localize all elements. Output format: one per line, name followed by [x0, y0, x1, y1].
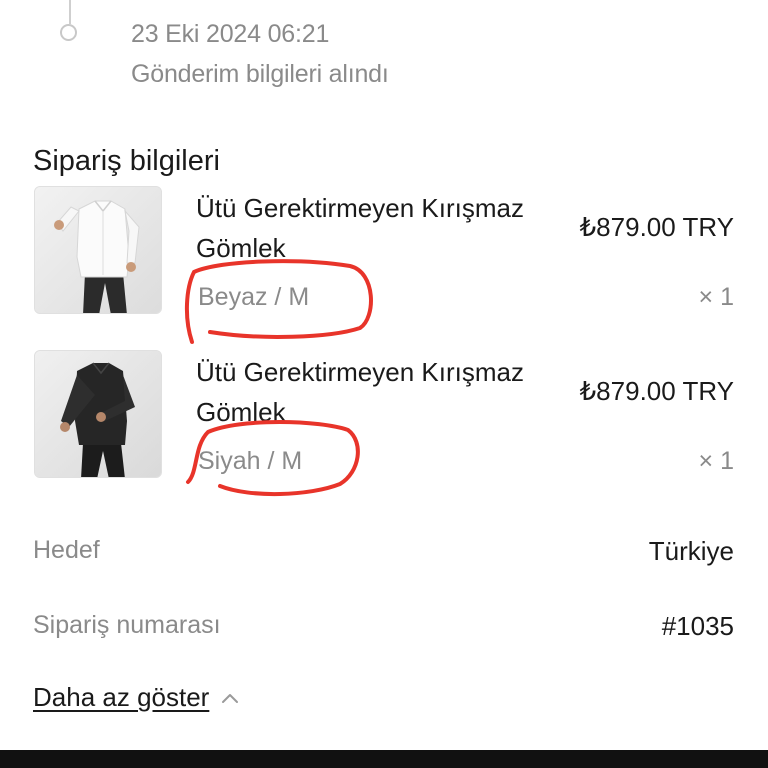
product-thumbnail-black-shirt[interactable] — [34, 350, 162, 478]
product-name[interactable]: Ütü Gerektirmeyen Kırışmaz Gömlek — [196, 352, 556, 432]
product-variant: Siyah / M — [198, 447, 303, 475]
event-description: Gönderim bilgileri alındı — [131, 60, 389, 88]
product-thumbnail-white-shirt[interactable] — [34, 186, 162, 314]
section-title: Sipariş bilgileri — [33, 145, 220, 177]
order-number-value: #1035 — [661, 611, 734, 641]
product-price: ₺879.00 TRY — [579, 376, 734, 406]
product-variant: Beyaz / M — [198, 283, 310, 311]
product-quantity: × 1 — [698, 283, 734, 311]
destination-label: Hedef — [33, 536, 100, 564]
product-quantity: × 1 — [698, 447, 734, 475]
chevron-up-icon — [222, 693, 239, 703]
bottom-bar — [0, 750, 768, 768]
product-item: Ütü Gerektirmeyen Kırışmaz Gömlek Siyah … — [0, 350, 768, 500]
event-date: 23 Eki 2024 06:21 — [131, 20, 330, 48]
order-number-label: Sipariş numarası — [33, 611, 221, 639]
destination-value: Türkiye — [648, 536, 734, 566]
timeline-dot-icon — [60, 24, 77, 41]
white-shirt-photo-icon — [35, 187, 161, 313]
product-price: ₺879.00 TRY — [579, 212, 734, 242]
timeline-line — [69, 0, 71, 24]
product-name[interactable]: Ütü Gerektirmeyen Kırışmaz Gömlek — [196, 188, 556, 268]
black-shirt-photo-icon — [35, 351, 161, 477]
show-less-button[interactable]: Daha az göster — [33, 682, 239, 713]
order-status-page: 23 Eki 2024 06:21 Gönderim bilgileri alı… — [0, 0, 768, 768]
show-less-label: Daha az göster — [33, 682, 210, 712]
product-item: Ütü Gerektirmeyen Kırışmaz Gömlek Beyaz … — [0, 186, 768, 344]
